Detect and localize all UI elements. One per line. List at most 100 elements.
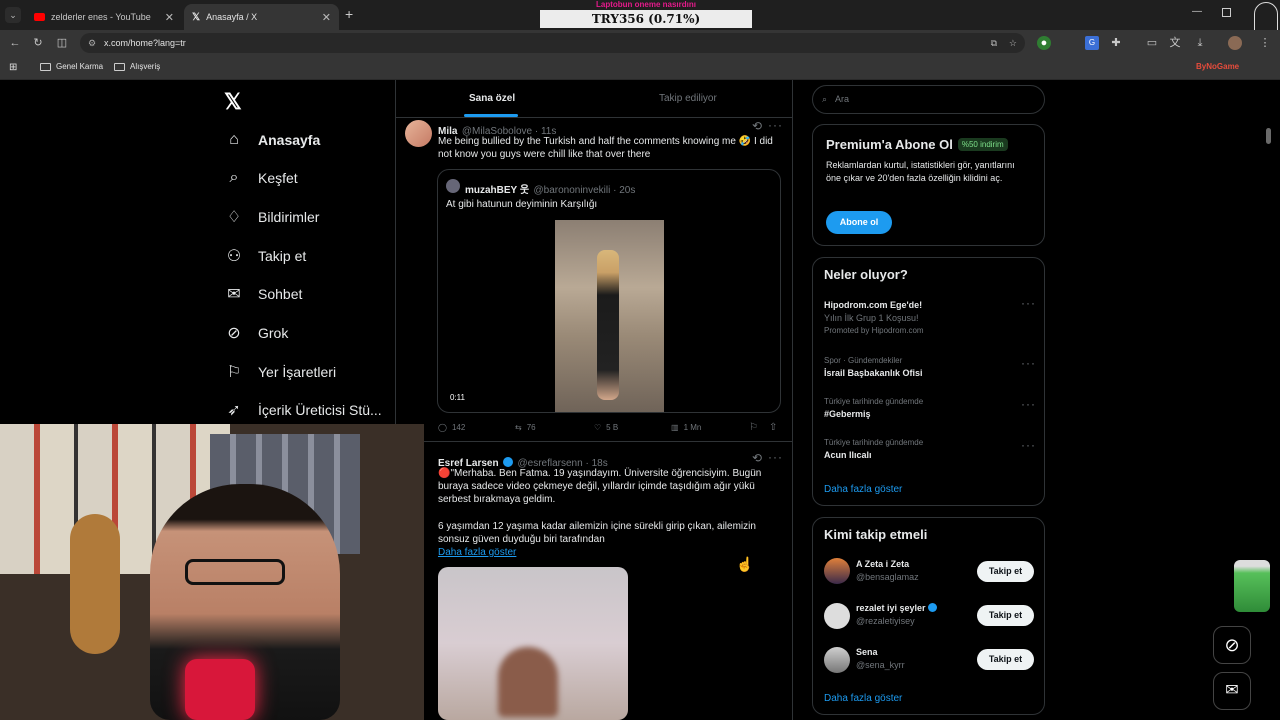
discount-badge: %50 indirim [957,138,1008,151]
suggested-user[interactable]: rezalet iyi şeyler @rezaletiyisey [856,603,938,626]
follow-button[interactable]: Takip et [977,561,1034,582]
youtube-icon [34,13,45,21]
more-options-icon[interactable]: ··· [768,450,783,464]
quoted-header: muzahBEY 웃 @barononinvekili · 20s [465,180,635,198]
suggested-user[interactable]: Sena @sena_kyrr [856,647,905,670]
follow-show-more[interactable]: Daha fazla göster [824,693,902,704]
repost-button[interactable]: ⇆ 76 [515,423,536,432]
post-media[interactable] [438,567,628,720]
tab-for-you[interactable]: Sana özel [469,93,515,104]
restore-button[interactable] [1222,8,1231,17]
tab-x[interactable]: 𝕏 Anasayfa / X ✕ [184,4,339,30]
reply-button[interactable]: ◯ 142 [438,423,465,432]
download-icon[interactable]: ⤓ [1193,36,1207,50]
translate-icon[interactable]: 文 [1168,36,1182,50]
url-text: x.com/home?lang=tr [104,38,186,48]
view-count: 1 Mn [683,423,702,432]
follow-button[interactable]: Takip et [977,605,1034,626]
more-options-icon[interactable]: ··· [768,118,783,132]
trend-title: #Gebermiş [824,409,871,419]
install-icon[interactable]: ⧉ [991,33,997,53]
sidebar-item-explore[interactable]: ⌕ Keşfet [224,168,298,188]
sidebar-item-bookmarks[interactable]: ⚐ Yer İşaretleri [224,362,336,382]
avatar[interactable] [824,603,850,629]
quoted-post[interactable]: muzahBEY 웃 @barononinvekili · 20s At gib… [437,169,781,413]
trend-item[interactable]: Türkiye tarihinde gündemde #Gebermiş [824,397,1034,419]
media-blur-figure [498,647,558,717]
avatar[interactable] [824,558,850,584]
quoted-text: At gibi hatunun deyiminin Karşılığı [446,199,598,210]
mail-icon: ✉ [227,286,241,303]
search-input[interactable]: ⌕ Ara [812,85,1045,114]
new-tab-button[interactable]: + [345,6,353,22]
video-duration: 0:11 [446,392,469,403]
subscribe-button[interactable]: Abone ol [826,211,892,234]
search-icon: ⌕ [822,94,828,104]
extensions-puzzle-icon[interactable]: ✚ [1109,36,1123,50]
bookmark-folder-alisveris[interactable]: Alışveriş [114,62,160,71]
video-thumbnail[interactable] [555,220,664,412]
sidebar-item-creator-studio[interactable]: ➶ İçerik Üreticisi Stü... [224,400,381,420]
bell-icon: ♢ [226,209,242,226]
back-icon[interactable]: ← [8,36,22,50]
tab-search-dropdown[interactable]: ⌄ [5,7,21,23]
trend-item[interactable]: Hipodrom.com Ege'de! Yılın İlk Grup 1 Ko… [824,300,1034,335]
bookmark-folder-genel-karma[interactable]: Genel Karma [40,62,103,71]
grok-float-button[interactable]: ⊘ [1213,626,1251,664]
bookmark-star-icon[interactable]: ☆ [1009,33,1017,53]
sidebar-item-chat[interactable]: ✉ Sohbet [224,284,302,304]
bookmark-button[interactable]: ⚐ [749,422,758,433]
extension-icon[interactable]: G [1085,36,1099,50]
close-tab-icon[interactable]: ✕ [165,11,174,24]
add-user-icon: ⚇ [226,248,242,265]
views-button[interactable]: ▥ 1 Mn [671,423,701,432]
site-info-icon[interactable]: ⚙ [88,33,96,53]
show-more-link[interactable]: Daha fazla göster [438,547,516,558]
folder-icon [114,62,125,71]
sidebar-item-home[interactable]: ⌂ Anasayfa [224,130,320,150]
side-panel-icon[interactable]: ◫ [55,36,69,50]
trend-item[interactable]: Spor · Gündemdekiler İsrail Başbakanlık … [824,356,1034,378]
premium-text: Reklamlardan kurtul, istatistikleri gör,… [826,160,1015,183]
page-scrollbar[interactable] [1266,128,1271,144]
timeline-tabs: Sana özel Takip ediliyor [396,80,792,118]
tab-following[interactable]: Takip ediliyor [659,93,717,104]
like-button[interactable]: ♡ 5 B [594,423,618,432]
x-logo[interactable]: 𝕏 [224,89,242,115]
tab-youtube[interactable]: zelderler enes - YouTube ✕ [26,4,182,30]
follow-button[interactable]: Takip et [977,649,1034,670]
bookmark-label: Alışveriş [130,62,161,71]
more-options-icon[interactable]: ··· [1021,397,1036,411]
reload-icon[interactable]: ↻ [31,36,45,50]
grok-action-icon[interactable]: ⟲ [752,119,763,133]
who-to-follow-title: Kimi takip etmeli [824,527,928,542]
avatar[interactable] [405,120,432,147]
sidebar-item-follow[interactable]: ⚇ Takip et [224,246,306,266]
address-bar[interactable]: ⚙ x.com/home?lang=tr ⧉ ☆ [80,33,1025,53]
more-options-icon[interactable]: ··· [1021,438,1036,452]
verified-icon [503,457,514,467]
trends-show-more[interactable]: Daha fazla göster [824,484,902,495]
search-placeholder: Ara [835,94,850,104]
video-figure [597,250,619,400]
messages-float-button[interactable]: ✉ [1213,672,1251,710]
overlay-donation: TRY356 (0.71%) [540,10,752,28]
apps-icon[interactable]: ⊞ [9,62,17,73]
minimize-button[interactable]: — [1192,6,1202,17]
sidebar-item-notifications[interactable]: ♢ Bildirimler [224,207,320,227]
extension-icon[interactable]: ● [1037,36,1051,50]
menu-icon[interactable]: ⋮ [1258,36,1272,50]
more-options-icon[interactable]: ··· [1021,356,1036,370]
sidebar-item-grok[interactable]: ⊘ Grok [224,323,288,343]
close-tab-icon[interactable]: ✕ [322,11,331,24]
more-options-icon[interactable]: ··· [1021,296,1036,310]
cast-icon[interactable]: ▭ [1145,36,1159,50]
trend-item[interactable]: Türkiye tarihinde gündemde Acun Ilıcalı [824,438,1034,460]
avatar[interactable] [824,647,850,673]
reply-count: 142 [451,423,466,432]
grok-action-icon[interactable]: ⟲ [752,451,763,465]
profile-avatar[interactable] [1228,36,1242,50]
suggested-user[interactable]: A Zeta i Zeta @bensaglamaz [856,559,919,582]
user-name: A Zeta i Zeta [856,559,910,569]
share-icon[interactable]: ⇧ [769,422,777,433]
